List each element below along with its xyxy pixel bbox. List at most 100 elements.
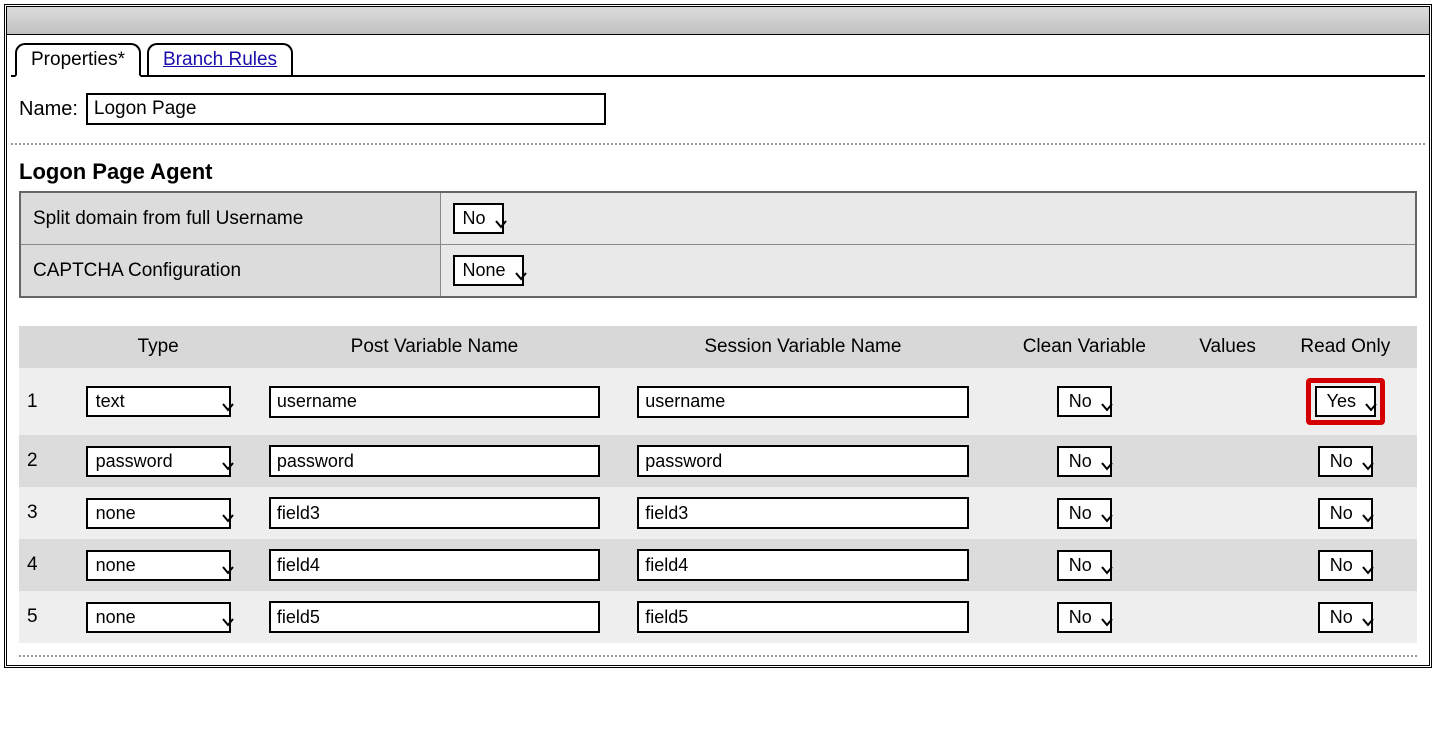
row-gap [44, 368, 67, 435]
section-title: Logon Page Agent [11, 145, 1425, 191]
name-input[interactable] [86, 93, 606, 125]
post-variable-input[interactable] [269, 549, 600, 581]
captcha-select[interactable]: None [453, 255, 524, 286]
captcha-cell: None [440, 245, 1416, 298]
grid-header-post: Post Variable Name [250, 326, 618, 368]
split-domain-value: No [463, 208, 486, 229]
tab-properties[interactable]: Properties* [15, 43, 141, 77]
row-number: 3 [19, 487, 44, 539]
titlebar [7, 7, 1429, 35]
type-value: none [96, 555, 136, 576]
values-cell [1182, 368, 1274, 435]
clean-variable-select[interactable]: No [1057, 550, 1112, 581]
post-cell [250, 435, 618, 487]
post-variable-input[interactable] [269, 386, 600, 418]
values-cell [1182, 487, 1274, 539]
grid-header-readonly: Read Only [1274, 326, 1417, 368]
clean-cell: No [987, 368, 1181, 435]
captcha-value: None [463, 260, 506, 281]
readonly-highlight: Yes [1306, 378, 1385, 425]
grid-row: 2passwordNoNo [19, 435, 1417, 487]
fields-grid: Type Post Variable Name Session Variable… [19, 326, 1417, 643]
type-cell: none [66, 487, 250, 539]
clean-variable-value: No [1069, 555, 1092, 576]
clean-cell: No [987, 591, 1181, 643]
type-value: none [96, 503, 136, 524]
type-cell: password [66, 435, 250, 487]
post-cell [250, 591, 618, 643]
type-select[interactable]: password [86, 446, 231, 477]
row-number: 5 [19, 591, 44, 643]
clean-variable-value: No [1069, 451, 1092, 472]
session-variable-input[interactable] [637, 549, 968, 581]
readonly-cell: Yes [1274, 368, 1417, 435]
post-cell [250, 539, 618, 591]
grid-header-blank2 [44, 326, 67, 368]
grid-header-values: Values [1182, 326, 1274, 368]
type-select[interactable]: none [86, 498, 231, 529]
row-number: 1 [19, 368, 44, 435]
type-value: none [96, 607, 136, 628]
readonly-value: No [1330, 607, 1353, 628]
session-cell [619, 368, 987, 435]
tab-branch-rules-label: Branch Rules [163, 49, 277, 70]
split-domain-cell: No [440, 192, 1416, 245]
type-select[interactable]: text [86, 386, 231, 417]
readonly-select[interactable]: No [1318, 550, 1373, 581]
type-select[interactable]: none [86, 602, 231, 633]
readonly-value: Yes [1327, 391, 1356, 412]
grid-header-clean: Clean Variable [987, 326, 1181, 368]
readonly-select[interactable]: No [1318, 446, 1373, 477]
row-gap [44, 487, 67, 539]
session-cell [619, 539, 987, 591]
clean-variable-value: No [1069, 503, 1092, 524]
session-variable-input[interactable] [637, 497, 968, 529]
grid-row: 1 text No Yes [19, 368, 1417, 435]
clean-variable-select[interactable]: No [1057, 386, 1112, 417]
clean-variable-select[interactable]: No [1057, 498, 1112, 529]
row-gap [44, 435, 67, 487]
session-variable-input[interactable] [637, 445, 968, 477]
type-value: text [96, 391, 125, 412]
clean-variable-value: No [1069, 391, 1092, 412]
post-cell [250, 487, 618, 539]
post-cell [250, 368, 618, 435]
fields-grid-wrap: Type Post Variable Name Session Variable… [19, 326, 1417, 657]
grid-row: 3 none No No [19, 487, 1417, 539]
session-cell [619, 435, 987, 487]
type-cell: text [66, 368, 250, 435]
tab-properties-label: Properties* [31, 49, 125, 70]
grid-header-session: Session Variable Name [619, 326, 987, 368]
values-cell [1182, 591, 1274, 643]
readonly-select[interactable]: No [1318, 498, 1373, 529]
captcha-label: CAPTCHA Configuration [20, 245, 440, 298]
session-variable-input[interactable] [637, 601, 968, 633]
readonly-value: No [1330, 451, 1353, 472]
readonly-select[interactable]: Yes [1315, 386, 1376, 417]
tabs-row: Properties* Branch Rules [11, 43, 1425, 77]
clean-variable-value: No [1069, 607, 1092, 628]
clean-variable-select[interactable]: No [1057, 602, 1112, 633]
post-variable-input[interactable] [269, 445, 600, 477]
type-cell: none [66, 539, 250, 591]
readonly-cell: No [1274, 487, 1417, 539]
clean-cell: No [987, 487, 1181, 539]
grid-row: 5 none No No [19, 591, 1417, 643]
type-select[interactable]: none [86, 550, 231, 581]
window: Properties* Branch Rules Name: Logon Pag… [4, 4, 1432, 668]
grid-header-blank1 [19, 326, 44, 368]
clean-cell: No [987, 435, 1181, 487]
type-value: password [96, 451, 173, 472]
post-variable-input[interactable] [269, 601, 600, 633]
tab-branch-rules[interactable]: Branch Rules [147, 43, 293, 75]
post-variable-input[interactable] [269, 497, 600, 529]
readonly-cell: No [1274, 435, 1417, 487]
split-domain-select[interactable]: No [453, 203, 504, 234]
clean-variable-select[interactable]: No [1057, 446, 1112, 477]
session-variable-input[interactable] [637, 386, 968, 418]
readonly-select[interactable]: No [1318, 602, 1373, 633]
type-cell: none [66, 591, 250, 643]
tab-branch-rules-link[interactable]: Branch Rules [163, 49, 277, 70]
readonly-cell: No [1274, 539, 1417, 591]
name-label: Name: [19, 98, 78, 121]
